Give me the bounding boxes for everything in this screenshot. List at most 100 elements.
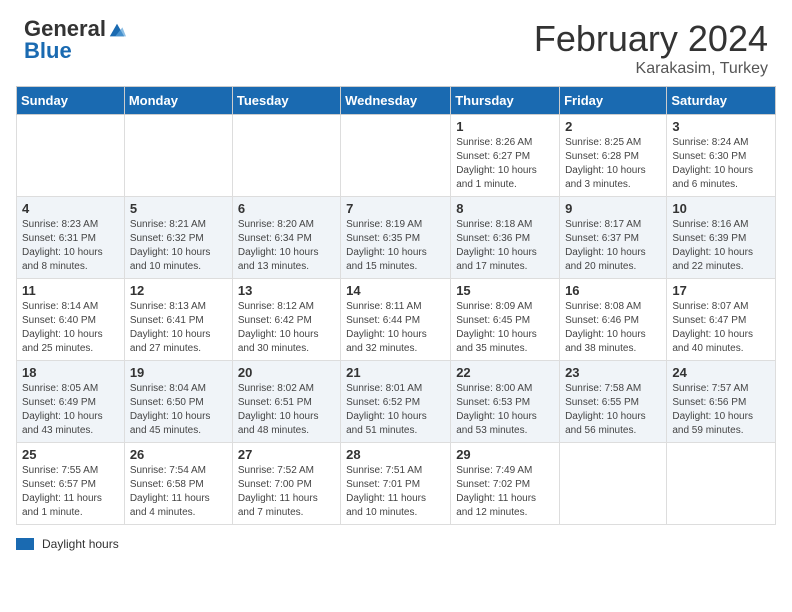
- day-info: Sunrise: 8:07 AM Sunset: 6:47 PM Dayligh…: [672, 300, 770, 356]
- day-info: Sunrise: 7:54 AM Sunset: 6:58 PM Dayligh…: [130, 464, 227, 520]
- day-info: Sunrise: 8:13 AM Sunset: 6:41 PM Dayligh…: [130, 300, 227, 356]
- legend-color: [16, 538, 34, 550]
- week-row-3: 18 Sunrise: 8:05 AM Sunset: 6:49 PM Dayli…: [17, 361, 776, 443]
- day-cell: 3 Sunrise: 8:24 AM Sunset: 6:30 PM Daylig…: [667, 115, 776, 197]
- calendar-table: SundayMondayTuesdayWednesdayThursdayFrid…: [16, 86, 776, 525]
- week-row-4: 25 Sunrise: 7:55 AM Sunset: 6:57 PM Dayli…: [17, 443, 776, 525]
- day-number: 2: [565, 119, 661, 134]
- header-row: SundayMondayTuesdayWednesdayThursdayFrid…: [17, 87, 776, 115]
- week-row-2: 11 Sunrise: 8:14 AM Sunset: 6:40 PM Dayli…: [17, 279, 776, 361]
- day-number: 16: [565, 283, 661, 298]
- day-info: Sunrise: 8:18 AM Sunset: 6:36 PM Dayligh…: [456, 218, 554, 274]
- day-info: Sunrise: 7:51 AM Sunset: 7:01 PM Dayligh…: [346, 464, 445, 520]
- logo-blue: Blue: [24, 40, 72, 62]
- day-number: 21: [346, 365, 445, 380]
- day-cell: 25 Sunrise: 7:55 AM Sunset: 6:57 PM Dayli…: [17, 443, 125, 525]
- day-cell: 14Sunrise: 8:11 AM Sunset: 6:44 PM Dayli…: [341, 279, 451, 361]
- day-info: Sunrise: 8:01 AM Sunset: 6:52 PM Dayligh…: [346, 382, 445, 438]
- day-number: 27: [238, 447, 335, 462]
- day-info: Sunrise: 8:12 AM Sunset: 6:42 PM Dayligh…: [238, 300, 335, 356]
- day-cell: 15 Sunrise: 8:09 AM Sunset: 6:45 PM Dayli…: [451, 279, 560, 361]
- day-number: 24: [672, 365, 770, 380]
- day-number: 10: [672, 201, 770, 216]
- page-header: General Blue February 2024 Karakasim, Tu…: [0, 0, 792, 86]
- day-cell: 1 Sunrise: 8:26 AM Sunset: 6:27 PM Daylig…: [451, 115, 560, 197]
- day-info: Sunrise: 7:55 AM Sunset: 6:57 PM Dayligh…: [22, 464, 119, 520]
- day-number: 11: [22, 283, 119, 298]
- day-cell: 22Sunrise: 8:00 AM Sunset: 6:53 PM Dayli…: [451, 361, 560, 443]
- week-row-0: 1 Sunrise: 8:26 AM Sunset: 6:27 PM Daylig…: [17, 115, 776, 197]
- day-number: 22: [456, 365, 554, 380]
- day-cell: 28 Sunrise: 7:51 AM Sunset: 7:01 PM Dayli…: [341, 443, 451, 525]
- day-info: Sunrise: 8:17 AM Sunset: 6:37 PM Dayligh…: [565, 218, 661, 274]
- day-cell: 5 Sunrise: 8:21 AM Sunset: 6:32 PM Daylig…: [124, 197, 232, 279]
- day-cell: [341, 115, 451, 197]
- day-number: 18: [22, 365, 119, 380]
- day-cell: 11 Sunrise: 8:14 AM Sunset: 6:40 PM Dayli…: [17, 279, 125, 361]
- day-number: 6: [238, 201, 335, 216]
- day-info: Sunrise: 7:58 AM Sunset: 6:55 PM Dayligh…: [565, 382, 661, 438]
- day-info: Sunrise: 8:21 AM Sunset: 6:32 PM Dayligh…: [130, 218, 227, 274]
- day-cell: 21 Sunrise: 8:01 AM Sunset: 6:52 PM Dayli…: [341, 361, 451, 443]
- legend: Daylight hours: [0, 533, 792, 559]
- day-number: 3: [672, 119, 770, 134]
- day-info: Sunrise: 8:08 AM Sunset: 6:46 PM Dayligh…: [565, 300, 661, 356]
- day-info: Sunrise: 8:26 AM Sunset: 6:27 PM Dayligh…: [456, 136, 554, 192]
- day-info: Sunrise: 7:49 AM Sunset: 7:02 PM Dayligh…: [456, 464, 554, 520]
- day-cell: 29 Sunrise: 7:49 AM Sunset: 7:02 PM Dayli…: [451, 443, 560, 525]
- day-cell: 9 Sunrise: 8:17 AM Sunset: 6:37 PM Daylig…: [560, 197, 667, 279]
- calendar-body: 1 Sunrise: 8:26 AM Sunset: 6:27 PM Daylig…: [17, 115, 776, 525]
- calendar-header: SundayMondayTuesdayWednesdayThursdayFrid…: [17, 87, 776, 115]
- day-cell: 17Sunrise: 8:07 AM Sunset: 6:47 PM Dayli…: [667, 279, 776, 361]
- logo-general: General: [24, 18, 106, 40]
- day-number: 20: [238, 365, 335, 380]
- day-info: Sunrise: 8:05 AM Sunset: 6:49 PM Dayligh…: [22, 382, 119, 438]
- day-cell: 6Sunrise: 8:20 AM Sunset: 6:34 PM Daylig…: [232, 197, 340, 279]
- day-number: 9: [565, 201, 661, 216]
- header-cell-tuesday: Tuesday: [232, 87, 340, 115]
- header-cell-thursday: Thursday: [451, 87, 560, 115]
- day-cell: 24 Sunrise: 7:57 AM Sunset: 6:56 PM Dayli…: [667, 361, 776, 443]
- day-cell: [124, 115, 232, 197]
- day-cell: 19Sunrise: 8:04 AM Sunset: 6:50 PM Dayli…: [124, 361, 232, 443]
- calendar-title: February 2024: [534, 18, 768, 60]
- day-cell: 20 Sunrise: 8:02 AM Sunset: 6:51 PM Dayli…: [232, 361, 340, 443]
- day-info: Sunrise: 8:16 AM Sunset: 6:39 PM Dayligh…: [672, 218, 770, 274]
- day-info: Sunrise: 8:02 AM Sunset: 6:51 PM Dayligh…: [238, 382, 335, 438]
- calendar-location: Karakasim, Turkey: [534, 60, 768, 78]
- day-cell: [560, 443, 667, 525]
- day-cell: 4 Sunrise: 8:23 AM Sunset: 6:31 PM Daylig…: [17, 197, 125, 279]
- day-number: 12: [130, 283, 227, 298]
- header-cell-sunday: Sunday: [17, 87, 125, 115]
- day-number: 29: [456, 447, 554, 462]
- day-number: 25: [22, 447, 119, 462]
- day-number: 1: [456, 119, 554, 134]
- day-cell: 18 Sunrise: 8:05 AM Sunset: 6:49 PM Dayli…: [17, 361, 125, 443]
- day-info: Sunrise: 8:14 AM Sunset: 6:40 PM Dayligh…: [22, 300, 119, 356]
- day-number: 15: [456, 283, 554, 298]
- day-info: Sunrise: 7:57 AM Sunset: 6:56 PM Dayligh…: [672, 382, 770, 438]
- header-cell-friday: Friday: [560, 87, 667, 115]
- day-info: Sunrise: 8:24 AM Sunset: 6:30 PM Dayligh…: [672, 136, 770, 192]
- day-info: Sunrise: 8:09 AM Sunset: 6:45 PM Dayligh…: [456, 300, 554, 356]
- day-info: Sunrise: 7:52 AM Sunset: 7:00 PM Dayligh…: [238, 464, 335, 520]
- day-cell: [667, 443, 776, 525]
- day-cell: 10 Sunrise: 8:16 AM Sunset: 6:39 PM Dayli…: [667, 197, 776, 279]
- day-number: 4: [22, 201, 119, 216]
- calendar-wrapper: SundayMondayTuesdayWednesdayThursdayFrid…: [0, 86, 792, 533]
- day-info: Sunrise: 8:19 AM Sunset: 6:35 PM Dayligh…: [346, 218, 445, 274]
- header-cell-saturday: Saturday: [667, 87, 776, 115]
- day-number: 28: [346, 447, 445, 462]
- day-cell: [17, 115, 125, 197]
- header-cell-monday: Monday: [124, 87, 232, 115]
- title-block: February 2024 Karakasim, Turkey: [534, 18, 768, 78]
- day-info: Sunrise: 8:23 AM Sunset: 6:31 PM Dayligh…: [22, 218, 119, 274]
- header-cell-wednesday: Wednesday: [341, 87, 451, 115]
- day-cell: 12 Sunrise: 8:13 AM Sunset: 6:41 PM Dayli…: [124, 279, 232, 361]
- week-row-1: 4 Sunrise: 8:23 AM Sunset: 6:31 PM Daylig…: [17, 197, 776, 279]
- day-number: 5: [130, 201, 227, 216]
- day-number: 7: [346, 201, 445, 216]
- day-cell: 27 Sunrise: 7:52 AM Sunset: 7:00 PM Dayli…: [232, 443, 340, 525]
- day-cell: 23Sunrise: 7:58 AM Sunset: 6:55 PM Dayli…: [560, 361, 667, 443]
- day-number: 19: [130, 365, 227, 380]
